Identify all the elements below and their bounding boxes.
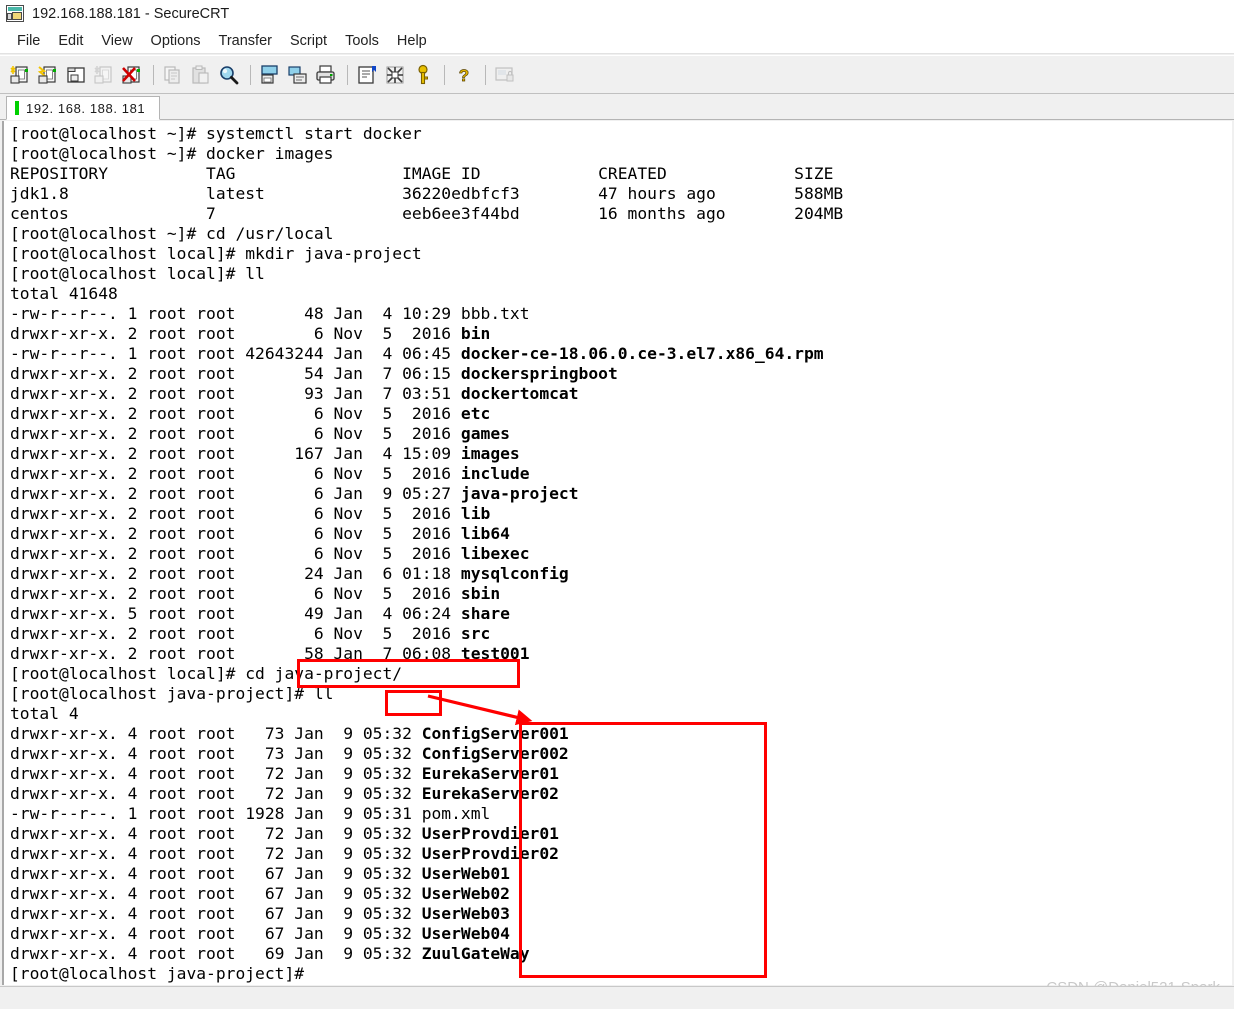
terminal-line: drwxr-xr-x. 2 root root 6 Nov 5 2016 inc…: [10, 464, 530, 483]
terminal-line: -rw-r--r--. 1 root root 1928 Jan 9 05:31…: [10, 804, 491, 823]
menu-item-transfer[interactable]: Transfer: [210, 31, 281, 51]
terminal-line: [root@localhost ~]# docker images: [10, 144, 334, 163]
terminal-output: [root@localhost ~]# systemctl start dock…: [10, 124, 843, 984]
menu-item-file[interactable]: File: [8, 31, 49, 51]
screen-lock-icon: [492, 62, 518, 88]
terminal-line: drwxr-xr-x. 4 root root 72 Jan 9 05:32 U…: [10, 824, 559, 843]
terminal-line: drwxr-xr-x. 4 root root 67 Jan 9 05:32 U…: [10, 924, 510, 943]
terminal-line: drwxr-xr-x. 2 root root 6 Nov 5 2016 lib: [10, 504, 491, 523]
window-title: 192.168.188.181 - SecureCRT: [32, 6, 230, 22]
terminal-line: drwxr-xr-x. 2 root root 6 Nov 5 2016 sbi…: [10, 584, 501, 603]
terminal-line: total 4: [10, 704, 79, 723]
terminal-line: drwxr-xr-x. 4 root root 73 Jan 9 05:32 C…: [10, 724, 569, 743]
log-session-icon[interactable]: [257, 62, 283, 88]
print-icon[interactable]: [313, 62, 339, 88]
menu-item-script[interactable]: Script: [281, 31, 336, 51]
menu-item-help[interactable]: Help: [388, 31, 436, 51]
terminal-line: drwxr-xr-x. 4 root root 73 Jan 9 05:32 C…: [10, 744, 569, 763]
status-bar: [0, 986, 1234, 1009]
terminal-line: drwxr-xr-x. 2 root root 6 Nov 5 2016 etc: [10, 404, 491, 423]
print-screen-icon[interactable]: [285, 62, 311, 88]
terminal-line: jdk1.8 latest 36220edbfcf3 47 hours ago …: [10, 184, 844, 203]
terminal-line: [root@localhost java-project]#: [10, 964, 314, 983]
svg-text:?: ?: [459, 66, 469, 85]
menu-item-view[interactable]: View: [92, 31, 141, 51]
terminal-line: centos 7 eeb6ee3f44bd 16 months ago 204M…: [10, 204, 844, 223]
securecrt-icon: [5, 5, 25, 23]
toolbar: ?: [0, 55, 1234, 94]
connect-in-tab-icon[interactable]: [63, 62, 89, 88]
terminal-line: drwxr-xr-x. 2 root root 6 Nov 5 2016 bin: [10, 324, 491, 343]
find-icon[interactable]: [216, 62, 242, 88]
terminal-line: drwxr-xr-x. 4 root root 67 Jan 9 05:32 U…: [10, 884, 510, 903]
terminal-line: drwxr-xr-x. 2 root root 58 Jan 7 06:08 t…: [10, 644, 530, 663]
terminal-line: drwxr-xr-x. 2 root root 6 Nov 5 2016 src: [10, 624, 491, 643]
toolbar-separator-1: [153, 64, 154, 85]
copy-icon: [160, 62, 186, 88]
terminal-line: -rw-r--r--. 1 root root 42643244 Jan 4 0…: [10, 344, 824, 363]
terminal-line: [root@localhost local]# mkdir java-proje…: [10, 244, 422, 263]
terminal-line: REPOSITORY TAG IMAGE ID CREATED SIZE: [10, 164, 834, 183]
session-tab-label: 192. 168. 188. 181: [26, 100, 146, 116]
key-icon[interactable]: [410, 62, 436, 88]
session-tab-192-168-188-181[interactable]: 192. 168. 188. 181: [6, 96, 161, 120]
disconnect-icon[interactable]: [119, 62, 145, 88]
terminal-line: drwxr-xr-x. 4 root root 69 Jan 9 05:32 Z…: [10, 944, 530, 963]
session-options-icon[interactable]: [354, 62, 380, 88]
toolbar-separator-2: [250, 64, 251, 85]
terminal-line: drwxr-xr-x. 4 root root 67 Jan 9 05:32 U…: [10, 904, 510, 923]
help-icon[interactable]: ?: [451, 62, 477, 88]
terminal-line: -rw-r--r--. 1 root root 48 Jan 4 10:29 b…: [10, 304, 530, 323]
terminal-line: drwxr-xr-x. 4 root root 72 Jan 9 05:32 U…: [10, 844, 559, 863]
terminal-line: drwxr-xr-x. 2 root root 6 Jan 9 05:27 ja…: [10, 484, 579, 503]
reconnect-icon: [91, 62, 117, 88]
terminal-line: total 41648: [10, 284, 118, 303]
paste-icon: [188, 62, 214, 88]
terminal-line: drwxr-xr-x. 2 root root 6 Nov 5 2016 lib…: [10, 524, 510, 543]
terminal-line: [root@localhost local]# ll: [10, 264, 265, 283]
session-tab-strip: 192. 168. 188. 181: [0, 95, 1234, 120]
title-bar: 192.168.188.181 - SecureCRT: [0, 0, 1234, 28]
menu-item-tools[interactable]: Tools: [336, 31, 388, 51]
menu-bar: File Edit View Options Transfer Script T…: [0, 28, 1234, 54]
terminal-line: [root@localhost ~]# systemctl start dock…: [10, 124, 422, 143]
toolbar-separator-4: [444, 64, 445, 85]
menu-item-options[interactable]: Options: [142, 31, 210, 51]
toolbar-separator-5: [485, 64, 486, 85]
quick-connect-icon[interactable]: [35, 62, 61, 88]
terminal-line: drwxr-xr-x. 2 root root 6 Nov 5 2016 gam…: [10, 424, 510, 443]
toolbar-separator-3: [347, 64, 348, 85]
connection-status-indicator-icon: [15, 101, 19, 115]
terminal-line: drwxr-xr-x. 2 root root 167 Jan 4 15:09 …: [10, 444, 520, 463]
terminal-line: drwxr-xr-x. 5 root root 49 Jan 4 06:24 s…: [10, 604, 510, 623]
terminal-line: drwxr-xr-x. 2 root root 24 Jan 6 01:18 m…: [10, 564, 569, 583]
terminal-screen[interactable]: [root@localhost ~]# systemctl start dock…: [2, 121, 1232, 985]
terminal-line: drwxr-xr-x. 4 root root 72 Jan 9 05:32 E…: [10, 764, 559, 783]
terminal-line: drwxr-xr-x. 2 root root 6 Nov 5 2016 lib…: [10, 544, 530, 563]
securecrt-window: 192.168.188.181 - SecureCRT File Edit Vi…: [0, 0, 1234, 1009]
menu-item-edit[interactable]: Edit: [49, 31, 92, 51]
global-options-icon[interactable]: [382, 62, 408, 88]
terminal-line: drwxr-xr-x. 4 root root 67 Jan 9 05:32 U…: [10, 864, 510, 883]
terminal-line: drwxr-xr-x. 4 root root 72 Jan 9 05:32 E…: [10, 784, 559, 803]
terminal-line: [root@localhost local]# cd java-project/: [10, 664, 403, 683]
terminal-line: drwxr-xr-x. 2 root root 93 Jan 7 03:51 d…: [10, 384, 579, 403]
terminal-line: drwxr-xr-x. 2 root root 54 Jan 7 06:15 d…: [10, 364, 618, 383]
terminal-line: [root@localhost ~]# cd /usr/local: [10, 224, 334, 243]
connect-icon[interactable]: [7, 62, 33, 88]
terminal-line: [root@localhost java-project]# ll: [10, 684, 334, 703]
